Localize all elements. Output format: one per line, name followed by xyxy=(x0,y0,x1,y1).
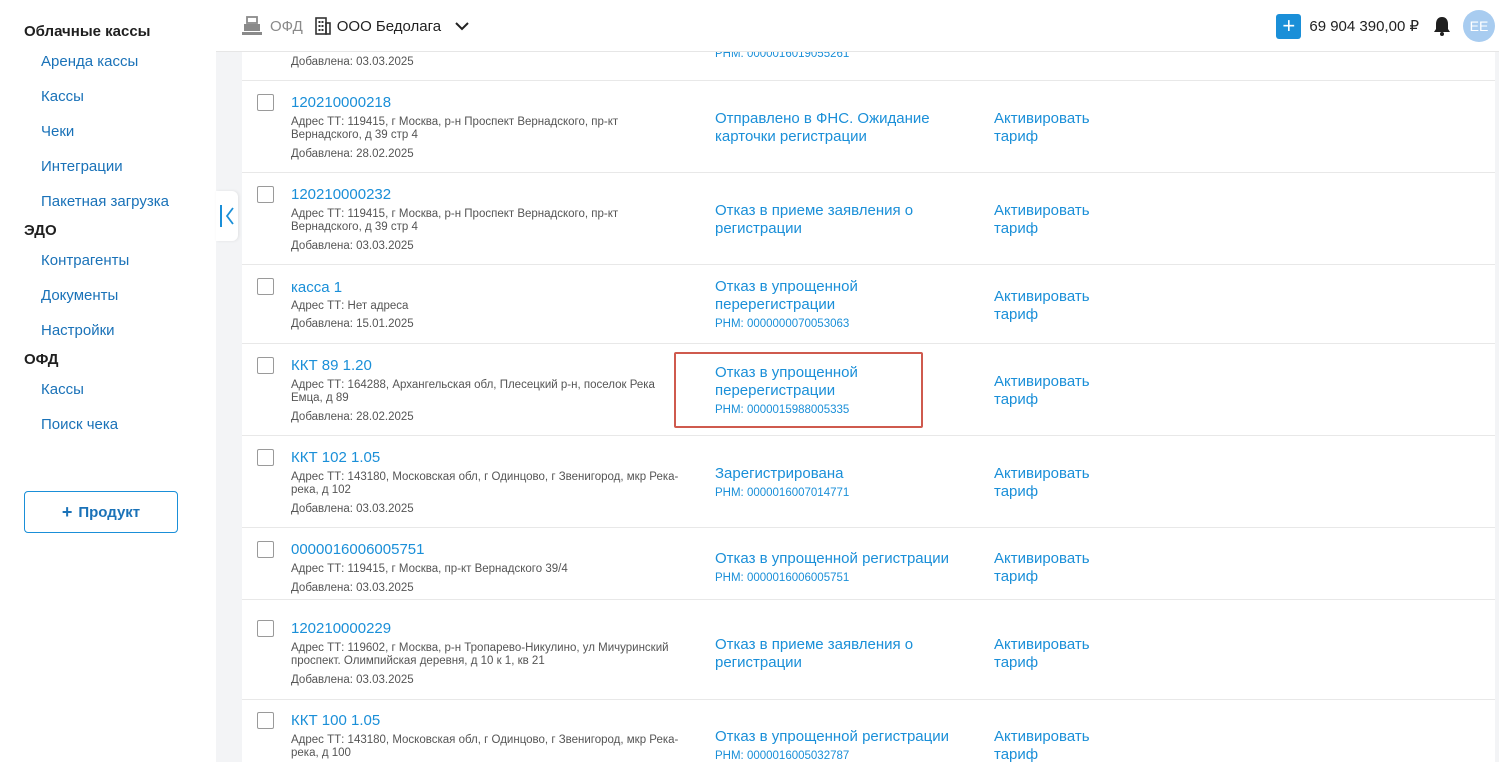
sidebar-section-ofd: ОФД Кассы Поиск чека xyxy=(0,348,216,442)
activate-tariff-link[interactable]: Активировать тариф xyxy=(994,202,1114,238)
building-icon xyxy=(314,17,331,35)
table-row: ККТ 100 1.05 Адрес ТТ: 143180, Московска… xyxy=(242,700,1495,762)
sidebar-item-rent-kassa[interactable]: Аренда кассы xyxy=(0,44,216,79)
sidebar-item-settings[interactable]: Настройки xyxy=(0,313,216,348)
row-checkbox[interactable] xyxy=(257,712,274,729)
registration-status-link[interactable]: Отказ в приеме заявления о регистрации xyxy=(715,636,960,672)
table-row: 120210000218 Адрес ТТ: 119415, г Москва,… xyxy=(242,81,1495,173)
row-checkbox[interactable] xyxy=(257,186,274,203)
add-product-button[interactable]: + Продукт xyxy=(24,491,178,533)
table-row: касса 1 Адрес ТТ: Нет адреса Добавлена: … xyxy=(242,265,1495,344)
registration-status-link[interactable]: Отказ в упрощенной регистрации xyxy=(715,550,960,568)
row-checkbox[interactable] xyxy=(257,449,274,466)
kassa-name-link[interactable]: 120210000218 xyxy=(291,94,391,111)
registration-status-link[interactable]: Отказ в приеме заявления о регистрации xyxy=(715,202,960,238)
kassa-name-link[interactable]: 0000016006005751 xyxy=(291,541,424,558)
chevron-down-icon xyxy=(455,22,469,31)
add-button[interactable]: + xyxy=(1276,13,1302,39)
table-row: Добавлена: 03.03.2025 РНМ: 0000016019055… xyxy=(242,52,1495,81)
cash-register-icon xyxy=(242,16,262,35)
balance: 69 904 390,00 ₽ xyxy=(1309,18,1419,35)
header-actions: + 69 904 390,00 ₽ EE xyxy=(1276,0,1499,52)
added-date: Добавлена: 03.03.2025 xyxy=(291,503,414,515)
table-row: 120210000232 Адрес ТТ: 119415, г Москва,… xyxy=(242,173,1495,265)
sidebar-item-batch-upload[interactable]: Пакетная загрузка xyxy=(0,184,216,219)
chevron-left-icon xyxy=(225,207,234,225)
added-date: Добавлена: 28.02.2025 xyxy=(291,148,414,160)
collapse-sidebar-button[interactable] xyxy=(216,191,238,241)
sidebar-item-documents[interactable]: Документы xyxy=(0,278,216,313)
sidebar-item-kassy[interactable]: Кассы xyxy=(0,79,216,114)
activate-tariff-link[interactable]: Активировать тариф xyxy=(994,110,1114,146)
sidebar-section-title: Облачные кассы xyxy=(24,23,151,40)
row-checkbox[interactable] xyxy=(257,541,274,558)
sidebar-section-title: ОФД xyxy=(24,351,59,368)
sidebar-section-edo: ЭДО Контрагенты Документы Настройки xyxy=(0,219,216,348)
scrollbar[interactable] xyxy=(1495,52,1499,762)
added-date: Добавлена: 03.03.2025 xyxy=(291,56,414,68)
kassa-name-link[interactable]: ККТ 102 1.05 xyxy=(291,449,380,466)
sidebar-item-receipt-search[interactable]: Поиск чека xyxy=(0,407,216,442)
sidebar-item-ofd-kassy[interactable]: Кассы xyxy=(0,372,216,407)
sidebar: Облачные кассы Аренда кассы Кассы Чеки И… xyxy=(0,0,216,762)
rnm-number: РНМ: 0000000070053063 xyxy=(715,318,850,330)
activate-tariff-link[interactable]: Активировать тариф xyxy=(994,636,1114,672)
sidebar-section-title: ЭДО xyxy=(24,222,57,239)
ofd-label: ОФД xyxy=(270,17,303,35)
added-date: Добавлена: 28.02.2025 xyxy=(291,411,414,423)
address: Адрес ТТ: 119415, г Москва, р-н Проспект… xyxy=(291,208,619,233)
sidebar-section-cloud-kassy: Облачные кассы Аренда кассы Кассы Чеки И… xyxy=(0,20,216,219)
top-header: ОФД ООО Бедолага + 69 904 390,00 ₽ EE xyxy=(216,0,1499,52)
highlight-box xyxy=(674,352,923,428)
row-checkbox[interactable] xyxy=(257,357,274,374)
activate-tariff-link[interactable]: Активировать тариф xyxy=(994,550,1114,586)
org-name: ООО Бедолага xyxy=(336,17,442,35)
kassa-name-link[interactable]: ККТ 89 1.20 xyxy=(291,357,372,374)
address: Адрес ТТ: 119602, г Москва, р-н Тропарев… xyxy=(291,642,669,667)
registration-status-link[interactable]: Отправлено в ФНС. Ожидание карточки реги… xyxy=(715,110,960,146)
address: Адрес ТТ: 164288, Архангельская обл, Пле… xyxy=(291,379,655,404)
rnm-number: РНМ: 0000016005032787 xyxy=(715,750,850,762)
address: Адрес ТТ: Нет адреса xyxy=(291,300,409,312)
activate-tariff-link[interactable]: Активировать тариф xyxy=(994,373,1114,409)
added-date: Добавлена: 03.03.2025 xyxy=(291,582,414,594)
kassa-name-link[interactable]: 120210000232 xyxy=(291,186,391,203)
table-row: ККТ 102 1.05 Адрес ТТ: 143180, Московска… xyxy=(242,436,1495,528)
product-button-label: Продукт xyxy=(78,503,141,521)
row-checkbox[interactable] xyxy=(257,278,274,295)
org-switcher[interactable]: ОФД ООО Бедолага xyxy=(242,0,469,52)
registration-status-link[interactable]: Отказ в упрощенной перерегистрации xyxy=(715,278,960,314)
table-row: 120210000229 Адрес ТТ: 119602, г Москва,… xyxy=(242,600,1495,700)
sidebar-item-counterparties[interactable]: Контрагенты xyxy=(0,243,216,278)
collapse-bar xyxy=(220,205,222,227)
activate-tariff-link[interactable]: Активировать тариф xyxy=(994,728,1114,762)
registration-status-link[interactable]: Отказ в упрощенной регистрации xyxy=(715,728,960,746)
bell-icon xyxy=(1434,17,1450,36)
added-date: Добавлена: 03.03.2025 xyxy=(291,674,414,686)
rnm-number: РНМ: 0000016019055261 xyxy=(715,52,850,60)
address: Адрес ТТ: 143180, Московская обл, г Один… xyxy=(291,471,679,496)
address: Адрес ТТ: 119415, г Москва, р-н Проспект… xyxy=(291,116,619,141)
notifications-button[interactable] xyxy=(1433,16,1451,36)
sidebar-item-receipts[interactable]: Чеки xyxy=(0,114,216,149)
added-date: Добавлена: 15.01.2025 xyxy=(291,318,414,330)
table-row: 0000016006005751 Адрес ТТ: 119415, г Мос… xyxy=(242,528,1495,600)
row-checkbox[interactable] xyxy=(257,620,274,637)
kassa-name-link[interactable]: касса 1 xyxy=(291,279,342,296)
activate-tariff-link[interactable]: Активировать тариф xyxy=(994,465,1114,501)
registration-status-link[interactable]: Зарегистрирована xyxy=(715,465,960,483)
added-date: Добавлена: 03.03.2025 xyxy=(291,240,414,252)
activate-tariff-link[interactable]: Активировать тариф xyxy=(994,288,1114,324)
rnm-number: РНМ: 0000016006005751 xyxy=(715,572,850,584)
rnm-number: РНМ: 0000016007014771 xyxy=(715,487,850,499)
kassa-name-link[interactable]: 120210000229 xyxy=(291,620,391,637)
sidebar-item-integrations[interactable]: Интеграции xyxy=(0,149,216,184)
address: Адрес ТТ: 143180, Московская обл, г Один… xyxy=(291,734,679,759)
avatar[interactable]: EE xyxy=(1463,10,1495,42)
row-checkbox[interactable] xyxy=(257,94,274,111)
plus-icon: + xyxy=(61,502,73,522)
address: Адрес ТТ: 119415, г Москва, пр-кт Вернад… xyxy=(291,563,568,575)
kassa-list: Добавлена: 03.03.2025 РНМ: 0000016019055… xyxy=(242,52,1495,762)
kassa-name-link[interactable]: ККТ 100 1.05 xyxy=(291,712,380,729)
